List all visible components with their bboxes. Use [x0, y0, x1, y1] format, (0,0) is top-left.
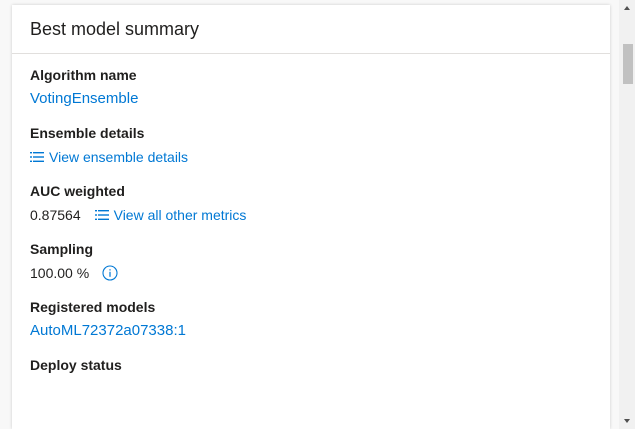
best-model-summary-card: Best model summary Algorithm name Voting…	[12, 5, 610, 429]
view-ensemble-details-link[interactable]: View ensemble details	[30, 147, 188, 167]
list-icon	[94, 210, 109, 220]
field-algorithm: Algorithm name VotingEnsemble	[30, 66, 592, 109]
view-all-metrics-link[interactable]: View all other metrics	[94, 205, 247, 225]
scroll-thumb[interactable]	[623, 44, 633, 84]
view-ensemble-details-label: View ensemble details	[49, 149, 189, 165]
list-icon	[30, 152, 44, 162]
field-ensemble: Ensemble details View ensemble details	[30, 124, 592, 167]
vertical-scrollbar[interactable]	[619, 0, 635, 429]
algorithm-name-link[interactable]: VotingEnsemble	[30, 89, 138, 109]
scroll-down-button[interactable]	[619, 413, 635, 429]
card-header: Best model summary	[12, 5, 610, 54]
field-auc: AUC weighted 0.87564 View all other metr…	[30, 182, 592, 225]
chevron-down-icon	[624, 419, 630, 423]
ensemble-label: Ensemble details	[30, 125, 145, 141]
card-body: Algorithm name VotingEnsemble Ensemble d…	[12, 54, 610, 374]
field-registered-models: Registered models AutoML72372a07338:1	[30, 298, 592, 341]
auc-value: 0.87564	[30, 207, 81, 223]
page: Best model summary Algorithm name Voting…	[0, 0, 635, 429]
field-sampling: Sampling 100.00 %	[30, 240, 592, 283]
info-icon[interactable]	[102, 265, 118, 281]
algorithm-label: Algorithm name	[30, 67, 137, 83]
card-title: Best model summary	[30, 18, 200, 39]
sampling-value: 100.00 %	[30, 265, 90, 281]
auc-label: AUC weighted	[30, 183, 125, 199]
sampling-label: Sampling	[30, 241, 94, 257]
registered-models-label: Registered models	[30, 299, 156, 315]
registered-model-link[interactable]: AutoML72372a07338:1	[30, 321, 186, 341]
scroll-up-button[interactable]	[619, 0, 635, 16]
chevron-up-icon	[624, 6, 630, 10]
deploy-status-label: Deploy status	[30, 357, 122, 373]
field-deploy-status: Deploy status	[30, 356, 592, 374]
view-all-metrics-label: View all other metrics	[113, 207, 247, 223]
